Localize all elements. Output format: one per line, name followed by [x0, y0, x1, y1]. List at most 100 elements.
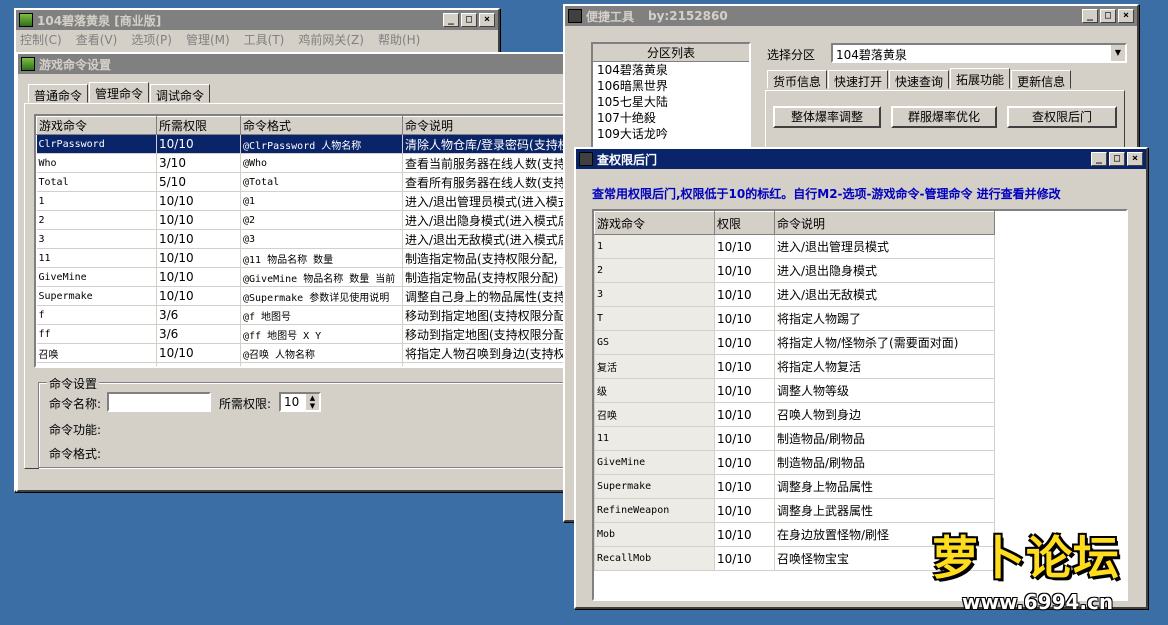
column-header[interactable]: 命令说明	[774, 211, 995, 235]
permission-notice: 查常用权限后门,权限低于10的标红。自行M2-选项-游戏命令-管理命令 进行查看…	[592, 187, 1061, 201]
table-cell: 清除人物仓库/登录密码(支持权	[402, 134, 568, 154]
minimize-button[interactable]: _	[443, 13, 459, 27]
server-list-item[interactable]: 104碧落黄泉	[597, 62, 749, 78]
table-row[interactable]: GiveMine 10/10 @GiveMine 物品名称 数量 当前 制造指定物品(…	[36, 267, 568, 287]
table-row[interactable]: 复活 10/10 将指定人物复活	[594, 354, 995, 379]
table-cell: 10/10	[714, 282, 775, 307]
table-row[interactable]: Supermake 10/10 调整身上物品属性	[594, 474, 995, 499]
table-row[interactable]: 2 10/10 @2 进入/退出隐身模式(进入模式后	[36, 210, 568, 230]
server-list-item[interactable]: 106暗黑世界	[597, 78, 749, 94]
menu-view[interactable]: 查看(V)	[76, 31, 118, 48]
table-cell: 10/10	[714, 546, 775, 571]
tab-quick-query[interactable]: 快速查询	[889, 70, 950, 89]
close-button[interactable]: ×	[479, 13, 495, 27]
table-row[interactable]: 1 10/10 进入/退出管理员模式	[594, 234, 995, 259]
menu-tools[interactable]: 工具(T)	[244, 31, 285, 48]
table-cell: @f 地图号	[240, 305, 403, 325]
table-cell: 制造指定物品(支持权限分配)	[402, 267, 568, 287]
table-cell: 10/10	[156, 210, 241, 230]
maximize-button[interactable]: □	[1109, 152, 1125, 166]
table-row[interactable]: 11 10/10 制造物品/刷物品	[594, 426, 995, 451]
settings-window-titlebar[interactable]: 游戏命令设置	[18, 54, 574, 74]
tab-normal-commands[interactable]: 普通命令	[28, 84, 89, 103]
menu-manage[interactable]: 管理(M)	[186, 31, 230, 48]
column-header[interactable]: 游戏命令	[594, 211, 715, 235]
tab-quick-open[interactable]: 快速打开	[828, 70, 889, 89]
table-row[interactable]: f 3/6 @f 地图号 移动到指定地图(支持权限分配	[36, 305, 568, 325]
tab-admin-commands[interactable]: 管理命令	[89, 82, 150, 103]
table-cell: 3/6	[156, 324, 241, 344]
table-cell: 跟踪	[36, 362, 157, 366]
app-icon	[19, 13, 33, 27]
table-cell: 将指定人物/怪物杀了(需要面对面)	[774, 330, 995, 355]
table-row[interactable]: GS 10/10 将指定人物/怪物杀了(需要面对面)	[594, 330, 995, 355]
maximize-button[interactable]: □	[461, 13, 477, 27]
menu-help[interactable]: 帮助(H)	[378, 31, 420, 48]
table-row[interactable]: 1 10/10 @1 进入/退出管理员模式(进入模式	[36, 191, 568, 211]
table-row[interactable]: 召唤 10/10 召唤人物到身边	[594, 402, 995, 427]
table-cell: 将指定人物复活	[774, 354, 995, 379]
table-cell: @3	[240, 229, 403, 249]
main-window-titlebar[interactable]: 104碧落黄泉 [商业版] _ □ ×	[16, 10, 498, 30]
tab-debug-commands[interactable]: 调试命令	[150, 84, 211, 103]
table-row[interactable]: Total 5/10 @Total 查看所有服务器在线人数(支持	[36, 172, 568, 192]
server-list-item[interactable]: 109大话龙吟	[597, 126, 749, 142]
table-row[interactable]: 2 10/10 进入/退出隐身模式	[594, 258, 995, 283]
menu-options[interactable]: 选项(P)	[131, 31, 172, 48]
menu-control[interactable]: 控制(C)	[20, 31, 62, 48]
table-row[interactable]: 11 10/10 @11 物品名称 数量 制造指定物品(支持权限分配,	[36, 248, 568, 268]
tab-extended-features[interactable]: 拓展功能	[950, 68, 1011, 89]
menu-gateway[interactable]: 鸡前网关(Z)	[298, 31, 364, 48]
table-cell: T	[594, 306, 715, 331]
tab-update-info[interactable]: 更新信息	[1011, 70, 1072, 89]
table-row[interactable]: GiveMine 10/10 制造物品/刷物品	[594, 450, 995, 475]
table-row[interactable]: Who 3/10 @Who 查看当前服务器在线人数(支持	[36, 153, 568, 173]
backdoor-window-titlebar[interactable]: 查权限后门 _ □ ×	[576, 149, 1146, 169]
table-cell: 10/10	[156, 267, 241, 287]
column-header[interactable]: 所需权限	[156, 116, 241, 135]
group-drop-rate-button[interactable]: 群服爆率优化	[891, 106, 997, 128]
overall-drop-rate-button[interactable]: 整体爆率调整	[773, 106, 881, 128]
server-select[interactable]: 104碧落黄泉 ▼	[831, 43, 1127, 63]
table-row[interactable]: 3 10/10 进入/退出无敌模式	[594, 282, 995, 307]
minimize-button[interactable]: _	[1082, 9, 1098, 23]
table-cell: RefineWeapon	[594, 498, 715, 523]
command-name-input[interactable]	[107, 392, 211, 412]
column-header[interactable]: 命令格式	[240, 116, 403, 135]
table-row[interactable]: 跟踪10/10@跟踪 人物名称跟踪指定人物(支持权限分配	[36, 362, 568, 366]
close-button[interactable]: ×	[1127, 152, 1143, 166]
column-header[interactable]: 游戏命令	[36, 116, 157, 135]
table-row[interactable]: T 10/10 将指定人物踢了	[594, 306, 995, 331]
chevron-down-icon[interactable]: ▼	[1111, 45, 1125, 61]
table-cell: 10/10	[714, 522, 775, 547]
table-row[interactable]: Supermake 10/10 @Supermake 参数详见使用说明 调整自己身上的…	[36, 286, 568, 306]
server-list-item[interactable]: 107十绝殺	[597, 110, 749, 126]
table-cell: 10/10	[714, 474, 775, 499]
server-list-item[interactable]: 105七星大陆	[597, 94, 749, 110]
table-cell: 进入/退出无敌模式	[774, 282, 995, 307]
table-row[interactable]: RefineWeapon 10/10 调整身上武器属性	[594, 498, 995, 523]
table-row[interactable]: ff 3/6 @ff 地图号 X Y 移动到指定地图(支持权限分配	[36, 324, 568, 344]
column-header[interactable]: 命令说明	[402, 116, 568, 135]
table-row[interactable]: 召唤 10/10 @召唤 人物名称 将指定人物召唤到身边(支持权	[36, 343, 568, 363]
check-backdoor-button[interactable]: 查权限后门	[1007, 106, 1117, 128]
tab-currency-info[interactable]: 货币信息	[767, 70, 828, 89]
command-list[interactable]: 游戏命令 所需权限 命令格式 命令说明 ClrPassword 10/10 @Clr…	[34, 114, 570, 368]
table-cell: 3/10	[156, 153, 241, 173]
maximize-button[interactable]: □	[1100, 9, 1116, 23]
table-row[interactable]: 3 10/10 @3 进入/退出无敌模式(进入模式后	[36, 229, 568, 249]
permission-spinner[interactable]: 10 ▲ ▼	[279, 392, 321, 412]
close-button[interactable]: ×	[1118, 9, 1134, 23]
table-cell: 3	[594, 282, 715, 307]
minimize-button[interactable]: _	[1091, 152, 1107, 166]
table-cell: @1	[240, 191, 403, 211]
spinner-arrows-icon[interactable]: ▲ ▼	[306, 394, 319, 410]
server-list[interactable]: 分区列表 104碧落黄泉 106暗黑世界 105七星大陆 107十绝殺 109大话龙吟	[591, 42, 751, 152]
table-row[interactable]: 级 10/10 调整人物等级	[594, 378, 995, 403]
tool-window-titlebar[interactable]: 便捷工具 by:2152860 _ □ ×	[565, 6, 1137, 26]
table-cell: 10/10	[714, 402, 775, 427]
table-cell: 调整身上武器属性	[774, 498, 995, 523]
table-row[interactable]: ClrPassword 10/10 @ClrPassword 人物名称 清除人物仓库/…	[36, 134, 568, 154]
watermark-url: www.6994.cn	[962, 590, 1114, 614]
column-header[interactable]: 权限	[714, 211, 775, 235]
